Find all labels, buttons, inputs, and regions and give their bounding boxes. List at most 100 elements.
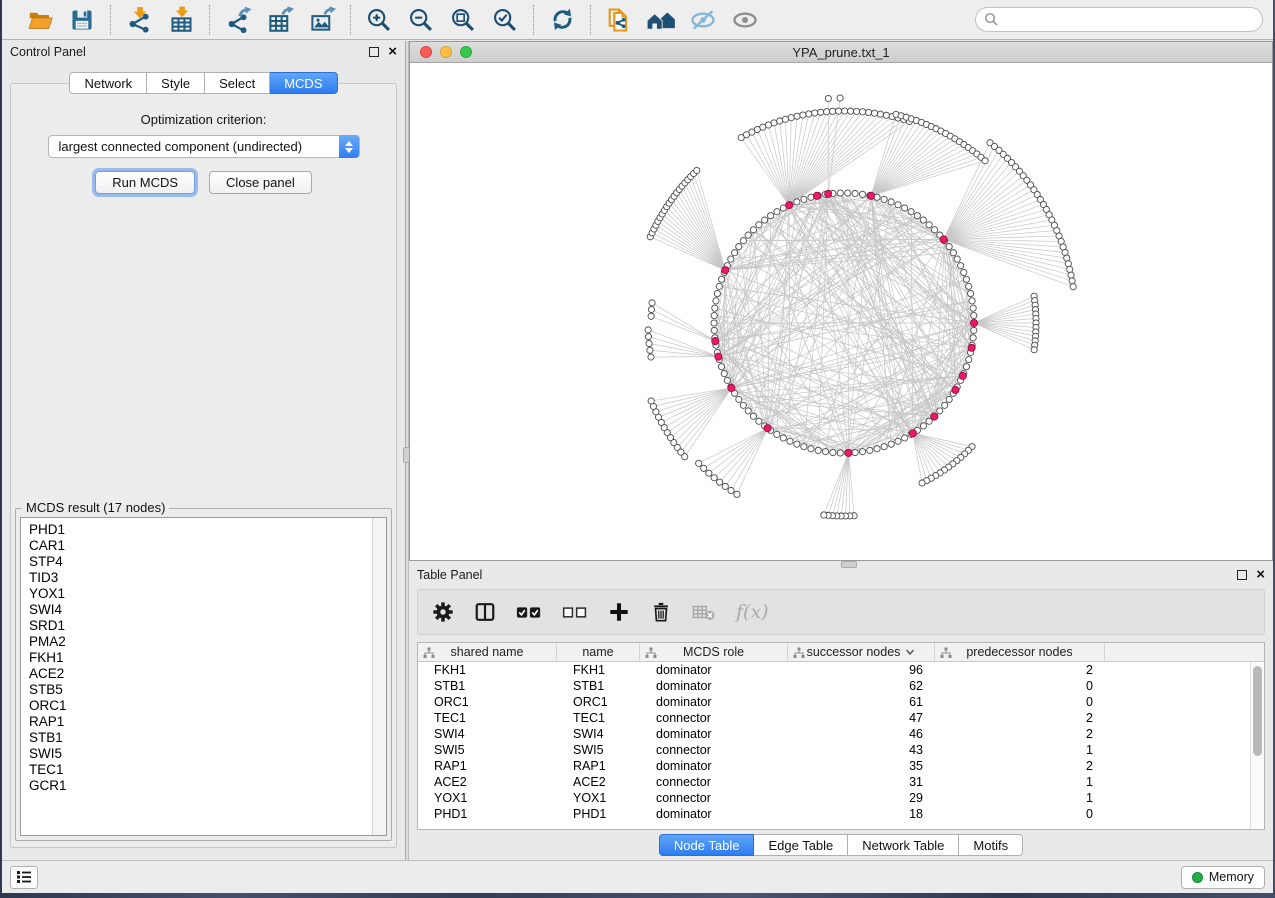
table-cell[interactable]: dominator bbox=[640, 758, 788, 774]
table-cell[interactable]: SWI4 bbox=[418, 726, 557, 742]
memory-button[interactable]: Memory bbox=[1181, 866, 1265, 889]
import-network-button[interactable] bbox=[121, 4, 157, 36]
table-cell[interactable]: STB1 bbox=[418, 678, 557, 694]
table-row[interactable]: PHD1PHD1dominator180 bbox=[418, 806, 1250, 822]
close-panel-icon[interactable]: × bbox=[388, 47, 397, 57]
result-list-scrollbar[interactable] bbox=[372, 518, 386, 835]
tab-mcds[interactable]: MCDS bbox=[270, 72, 337, 94]
table-cell[interactable]: RAP1 bbox=[557, 758, 640, 774]
save-session-button[interactable] bbox=[64, 4, 100, 36]
table-cell[interactable]: ORC1 bbox=[418, 694, 557, 710]
network-titlebar[interactable]: YPA_prune.txt_1 bbox=[410, 42, 1272, 63]
table-cell[interactable]: YOX1 bbox=[418, 790, 557, 806]
table-cell[interactable]: ACE2 bbox=[557, 774, 640, 790]
select-all-button[interactable] bbox=[516, 602, 542, 622]
table-row[interactable]: ACE2ACE2connector311 bbox=[418, 774, 1250, 790]
table-cell[interactable]: ACE2 bbox=[418, 774, 557, 790]
result-node-item[interactable]: SRD1 bbox=[29, 618, 372, 634]
table-cell[interactable]: 2 bbox=[935, 726, 1105, 742]
column-header-successor-nodes[interactable]: successor nodes bbox=[788, 643, 935, 661]
add-column-button[interactable] bbox=[608, 601, 630, 623]
table-cell[interactable]: 0 bbox=[935, 694, 1105, 710]
table-row[interactable]: RAP1RAP1dominator352 bbox=[418, 758, 1250, 774]
result-node-item[interactable]: TID3 bbox=[29, 570, 372, 586]
export-network-button[interactable] bbox=[220, 4, 256, 36]
result-node-item[interactable]: STB1 bbox=[29, 730, 372, 746]
zoom-fit-button[interactable] bbox=[445, 4, 481, 36]
table-cell[interactable]: connector bbox=[640, 790, 788, 806]
table-row[interactable]: SWI5SWI5connector431 bbox=[418, 742, 1250, 758]
table-cell[interactable]: 0 bbox=[935, 806, 1105, 822]
table-cell[interactable]: RAP1 bbox=[418, 758, 557, 774]
deselect-all-button[interactable] bbox=[562, 602, 588, 622]
column-header-MCDS-role[interactable]: MCDS role bbox=[640, 643, 788, 661]
hide-selected-button[interactable] bbox=[685, 4, 721, 36]
tab-select[interactable]: Select bbox=[205, 72, 270, 94]
result-node-item[interactable]: SWI5 bbox=[29, 746, 372, 762]
table-cell[interactable]: PHD1 bbox=[557, 806, 640, 822]
table-cell[interactable]: dominator bbox=[640, 726, 788, 742]
table-cell[interactable]: 1 bbox=[935, 742, 1105, 758]
column-header-shared-name[interactable]: shared name bbox=[418, 643, 557, 661]
table-cell[interactable]: TEC1 bbox=[418, 710, 557, 726]
table-cell[interactable]: SWI4 bbox=[557, 726, 640, 742]
result-node-item[interactable]: RAP1 bbox=[29, 714, 372, 730]
close-table-panel-icon[interactable]: × bbox=[1256, 570, 1265, 580]
zoom-out-button[interactable] bbox=[403, 4, 439, 36]
table-cell[interactable]: SWI5 bbox=[418, 742, 557, 758]
result-node-item[interactable]: SWI4 bbox=[29, 602, 372, 618]
clone-network-button[interactable] bbox=[601, 4, 637, 36]
result-node-item[interactable]: ORC1 bbox=[29, 698, 372, 714]
result-node-item[interactable]: TEC1 bbox=[29, 762, 372, 778]
table-row[interactable]: FKH1FKH1dominator962 bbox=[418, 662, 1250, 678]
table-scrollbar[interactable] bbox=[1250, 662, 1264, 829]
delete-column-button[interactable] bbox=[650, 601, 672, 623]
result-node-item[interactable]: ACE2 bbox=[29, 666, 372, 682]
table-cell[interactable]: 46 bbox=[788, 726, 935, 742]
table-cell[interactable]: FKH1 bbox=[557, 662, 640, 678]
float-panel-icon[interactable] bbox=[369, 47, 379, 57]
table-cell[interactable]: connector bbox=[640, 710, 788, 726]
result-node-item[interactable]: PMA2 bbox=[29, 634, 372, 650]
export-image-button[interactable] bbox=[304, 4, 340, 36]
table-cell[interactable]: connector bbox=[640, 774, 788, 790]
table-cell[interactable]: 1 bbox=[935, 790, 1105, 806]
result-node-item[interactable]: FKH1 bbox=[29, 650, 372, 666]
tab-network[interactable]: Network bbox=[69, 72, 147, 94]
table-cell[interactable]: 2 bbox=[935, 662, 1105, 678]
task-history-button[interactable] bbox=[10, 866, 38, 889]
table-cell[interactable]: 29 bbox=[788, 790, 935, 806]
float-table-panel-icon[interactable] bbox=[1237, 570, 1247, 580]
network-canvas[interactable] bbox=[410, 63, 1272, 560]
table-row[interactable]: YOX1YOX1connector291 bbox=[418, 790, 1250, 806]
table-cell[interactable]: dominator bbox=[640, 678, 788, 694]
table-cell[interactable]: 1 bbox=[935, 774, 1105, 790]
tab-edge-table[interactable]: Edge Table bbox=[754, 834, 848, 856]
tab-network-table[interactable]: Network Table bbox=[848, 834, 959, 856]
open-file-button[interactable] bbox=[22, 4, 58, 36]
column-header-name[interactable]: name bbox=[557, 643, 640, 661]
table-cell[interactable]: STB1 bbox=[557, 678, 640, 694]
close-panel-button[interactable]: Close panel bbox=[209, 171, 312, 194]
zoom-selected-button[interactable] bbox=[487, 4, 523, 36]
table-cell[interactable]: 35 bbox=[788, 758, 935, 774]
table-cell[interactable]: 43 bbox=[788, 742, 935, 758]
table-cell[interactable]: TEC1 bbox=[557, 710, 640, 726]
run-mcds-button[interactable]: Run MCDS bbox=[95, 171, 195, 194]
export-table-button[interactable] bbox=[262, 4, 298, 36]
table-row[interactable]: ORC1ORC1dominator610 bbox=[418, 694, 1250, 710]
result-node-item[interactable]: PHD1 bbox=[29, 522, 372, 538]
table-cell[interactable]: dominator bbox=[640, 806, 788, 822]
tab-node-table[interactable]: Node Table bbox=[659, 834, 755, 856]
search-input[interactable] bbox=[975, 7, 1263, 32]
table-cell[interactable]: 96 bbox=[788, 662, 935, 678]
table-cell[interactable]: PHD1 bbox=[418, 806, 557, 822]
delete-table-button[interactable] bbox=[692, 602, 716, 622]
table-cell[interactable]: connector bbox=[640, 742, 788, 758]
column-header-predecessor-nodes[interactable]: predecessor nodes bbox=[935, 643, 1105, 661]
table-row[interactable]: STB1STB1dominator620 bbox=[418, 678, 1250, 694]
table-cell[interactable]: 62 bbox=[788, 678, 935, 694]
table-cell[interactable]: 18 bbox=[788, 806, 935, 822]
table-cell[interactable]: YOX1 bbox=[557, 790, 640, 806]
table-cell[interactable]: dominator bbox=[640, 662, 788, 678]
